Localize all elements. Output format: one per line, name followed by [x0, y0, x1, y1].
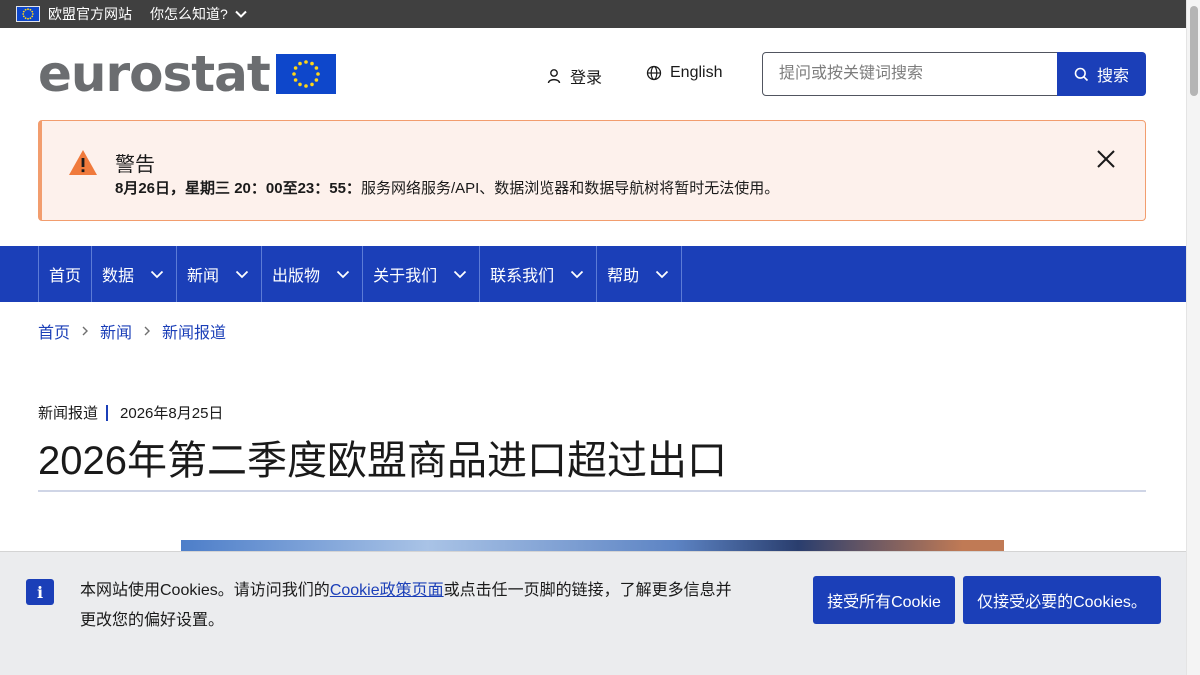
accept-all-cookies-button[interactable]: 接受所有Cookie [813, 576, 955, 624]
nav-item-news[interactable]: 新闻 [176, 246, 261, 302]
login-link[interactable]: 登录 [546, 64, 602, 88]
chevron-down-icon [453, 270, 467, 279]
nav-item-contact-us[interactable]: 联系我们 [479, 246, 596, 302]
official-eu-bar: 欧盟官方网站 你怎么知道? [0, 0, 1186, 28]
nav-item-label: 联系我们 [490, 268, 555, 285]
chevron-down-icon [235, 10, 247, 18]
nav-item-label: 新闻 [187, 268, 220, 285]
eu-flag-icon [275, 54, 336, 94]
alert-message: 8月26日，星期三 20：00至23：55：服务网络服务/API、数据浏览器和数… [115, 177, 779, 198]
logo-text: eurostat [38, 45, 271, 103]
chevron-down-icon [336, 270, 350, 279]
scrollbar-thumb[interactable] [1190, 6, 1198, 96]
how-do-you-know-toggle[interactable]: 你怎么知道? [150, 4, 250, 24]
nav-item-label: 帮助 [607, 268, 640, 285]
breadcrumb: 首页 新闻 新闻报道 [38, 319, 226, 343]
search-button[interactable]: 搜索 [1057, 52, 1146, 96]
nav-item-label: 出版物 [272, 268, 321, 285]
breadcrumb-home[interactable]: 首页 [38, 319, 70, 343]
search-input[interactable] [762, 52, 1058, 96]
article-date: 2026年8月25日 [120, 405, 224, 422]
cookie-policy-link[interactable]: Cookie政策页面 [330, 582, 444, 599]
cookie-banner: i 本网站使用Cookies。请访问我们的Cookie政策页面或点击任一页脚的链… [0, 551, 1186, 675]
warning-icon [69, 150, 97, 175]
search-button-label: 搜索 [1096, 68, 1129, 85]
accept-necessary-cookies-button[interactable]: 仅接受必要的Cookies。 [963, 576, 1161, 624]
breadcrumb-news[interactable]: 新闻 [100, 319, 132, 343]
nav-item-data[interactable]: 数据 [91, 246, 176, 302]
article-meta: 新闻报道 2026年8月25日 [38, 402, 223, 423]
title-divider [38, 490, 1146, 492]
cookie-text-before: 本网站使用Cookies。请访问我们的 [80, 582, 330, 599]
nav-item-about-us[interactable]: 关于我们 [362, 246, 479, 302]
close-icon[interactable] [1095, 148, 1117, 170]
meta-divider [106, 404, 109, 421]
nav-item-label: 关于我们 [373, 268, 438, 285]
page-title: 2026年第二季度欧盟商品进口超过出口 [38, 439, 727, 483]
language-selector[interactable]: English [646, 64, 722, 82]
alert-message-time: 8月26日，星期三 20：00至23：55： [115, 180, 361, 197]
nav-item-label: 首页 [49, 268, 82, 285]
language-label: English [670, 64, 723, 81]
alert-message-text: 服务网络服务/API、数据浏览器和数据导航树将暂时无法使用。 [360, 180, 780, 197]
nav-item-publications[interactable]: 出版物 [261, 246, 362, 302]
chevron-down-icon [235, 270, 249, 279]
user-icon [547, 69, 561, 84]
eurostat-logo[interactable]: eurostat [38, 45, 336, 103]
nav-item-home[interactable]: 首页 [38, 246, 91, 302]
alert-title: 警告 [115, 154, 155, 176]
login-label: 登录 [570, 70, 603, 87]
chevron-down-icon [150, 270, 164, 279]
search-icon [1074, 67, 1089, 81]
eu-flag-icon [16, 6, 40, 22]
globe-icon [646, 65, 662, 81]
chevron-down-icon [570, 270, 584, 279]
breadcrumb-news-releases[interactable]: 新闻报道 [162, 319, 226, 343]
cookie-text: 本网站使用Cookies。请访问我们的Cookie政策页面或点击任一页脚的链接，… [80, 576, 740, 636]
main-navigation: 首页 数据 新闻 出版物 关于我们 联系我们 帮助 [0, 246, 1186, 302]
article-type: 新闻报道 [38, 405, 99, 422]
nav-item-help[interactable]: 帮助 [596, 246, 683, 302]
how-do-you-know-label: 你怎么知道? [150, 6, 228, 22]
page-scrollbar[interactable] [1186, 0, 1200, 675]
chevron-down-icon [655, 270, 669, 279]
nav-item-label: 数据 [102, 268, 135, 285]
warning-alert: 警告 8月26日，星期三 20：00至23：55：服务网络服务/API、数据浏览… [38, 120, 1146, 221]
info-icon: i [26, 579, 54, 605]
chevron-right-icon [144, 326, 151, 336]
official-site-label: 欧盟官方网站 [48, 6, 132, 22]
chevron-right-icon [82, 326, 89, 336]
